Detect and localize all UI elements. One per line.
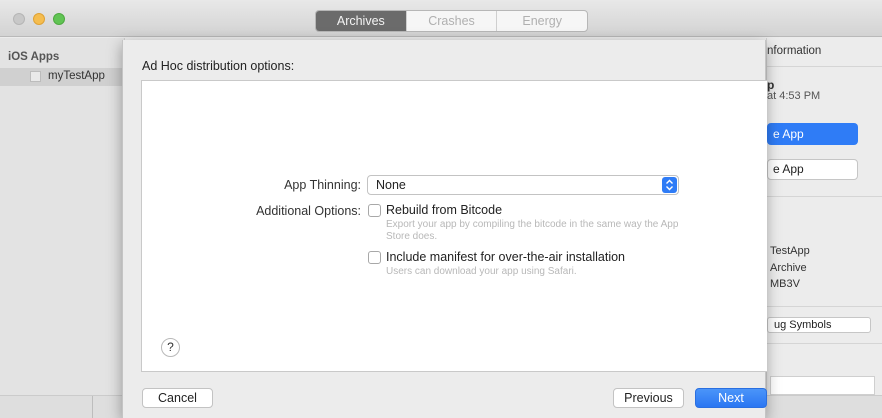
cancel-button[interactable]: Cancel <box>142 388 213 408</box>
sheet-title: Ad Hoc distribution options: <box>142 59 295 73</box>
rebuild-from-bitcode-label[interactable]: Rebuild from Bitcode <box>386 203 502 217</box>
divider <box>767 196 882 197</box>
detail-type: Archive <box>770 262 807 274</box>
description-field[interactable] <box>770 376 875 395</box>
next-button[interactable]: Next <box>695 388 767 408</box>
include-manifest-checkbox[interactable] <box>368 251 381 264</box>
sidebar: iOS Apps myTestApp <box>0 38 125 395</box>
download-debug-symbols-label: ug Symbols <box>774 319 832 331</box>
maximize-window-icon[interactable] <box>53 13 65 25</box>
download-debug-symbols-button[interactable]: ug Symbols <box>767 317 871 333</box>
distribute-app-button[interactable]: e App <box>767 123 858 145</box>
segmented-control: Archives Crashes Energy <box>315 10 588 32</box>
chevron-updown-icon <box>662 177 677 193</box>
tab-archives[interactable]: Archives <box>316 11 406 31</box>
detail-identifier: TestApp <box>770 245 810 257</box>
previous-button[interactable]: Previous <box>613 388 684 408</box>
app-thinning-label: App Thinning: <box>284 178 361 192</box>
rebuild-from-bitcode-description: Export your app by compiling the bitcode… <box>386 219 679 242</box>
divider <box>767 306 882 307</box>
minimize-window-icon[interactable] <box>33 13 45 25</box>
include-manifest-label[interactable]: Include manifest for over-the-air instal… <box>386 250 625 264</box>
distribution-options-sheet: Ad Hoc distribution options: App Thinnin… <box>122 40 767 418</box>
app-icon <box>30 71 41 82</box>
app-thinning-value: None <box>376 178 406 192</box>
organizer-window: Archives Crashes Energy iOS Apps myTestA… <box>0 0 882 418</box>
additional-options-label: Additional Options: <box>256 204 361 218</box>
divider <box>767 343 882 344</box>
validate-app-button[interactable]: e App <box>767 159 858 180</box>
divider <box>767 66 882 67</box>
validate-app-label: e App <box>773 162 804 176</box>
close-window-icon[interactable] <box>13 13 25 25</box>
detail-team: MB3V <box>770 278 800 290</box>
options-content-box: App Thinning: None Additional Options: R… <box>141 80 767 372</box>
title-bar: Archives Crashes Energy <box>0 0 882 37</box>
sidebar-header: iOS Apps <box>8 51 60 63</box>
info-panel-title: nformation <box>767 45 822 57</box>
archive-date: at 4:53 PM <box>767 90 821 102</box>
rebuild-from-bitcode-checkbox[interactable] <box>368 204 381 217</box>
tab-crashes[interactable]: Crashes <box>405 11 497 31</box>
tab-energy[interactable]: Energy <box>496 11 587 31</box>
help-icon[interactable]: ? <box>161 338 180 357</box>
divider <box>92 396 93 418</box>
sidebar-item-label: myTestApp <box>48 70 105 82</box>
include-manifest-description: Users can download your app using Safari… <box>386 266 577 277</box>
app-thinning-select[interactable]: None <box>367 175 679 195</box>
archive-info-panel: nformation p at 4:53 PM e App e App Test… <box>766 38 882 395</box>
distribute-app-label: e App <box>773 127 804 141</box>
sidebar-item-mytestapp[interactable]: myTestApp <box>0 68 124 86</box>
